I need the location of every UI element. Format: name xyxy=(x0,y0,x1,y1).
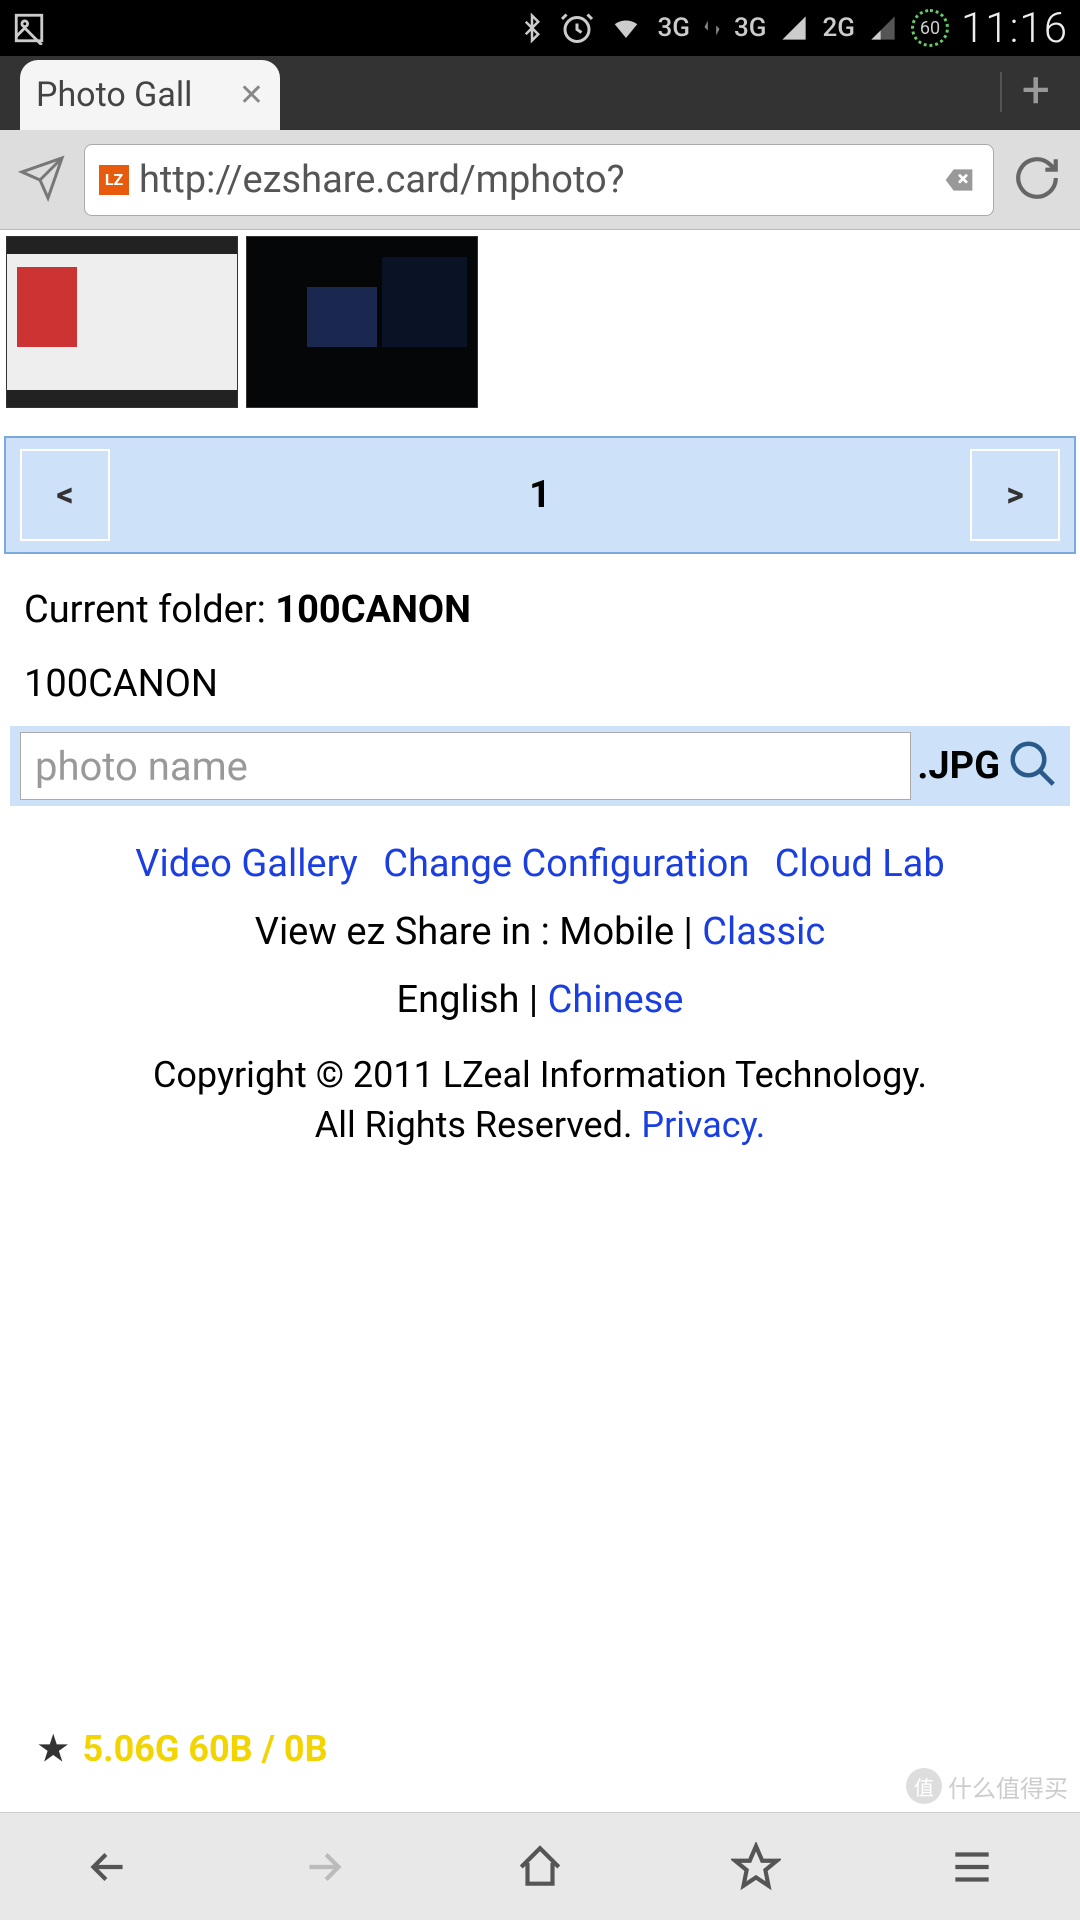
home-button[interactable] xyxy=(510,1837,570,1897)
alarm-icon xyxy=(559,10,595,46)
tab-separator xyxy=(1000,72,1002,112)
folder-label: Current folder: xyxy=(24,588,275,632)
tab-title: Photo Gall xyxy=(36,75,231,115)
watermark: 值 什么值得买 xyxy=(906,1768,1068,1804)
copyright: Copyright © 2011 LZeal Information Techn… xyxy=(0,1032,1080,1169)
watermark-icon: 值 xyxy=(906,1768,942,1804)
search-icon[interactable] xyxy=(1006,737,1060,795)
video-gallery-link[interactable]: Video Gallery xyxy=(135,842,358,886)
forward-button[interactable] xyxy=(294,1837,354,1897)
watermark-text: 什么值得买 xyxy=(948,1769,1068,1804)
page-number: 1 xyxy=(110,473,970,517)
signal-1-icon xyxy=(778,14,810,42)
privacy-link[interactable]: Privacy. xyxy=(641,1104,765,1146)
picture-icon xyxy=(12,11,46,45)
folder-name: 100CANON xyxy=(275,588,471,632)
browser-tabs: Photo Gall ✕ + xyxy=(0,56,1080,130)
change-config-link[interactable]: Change Configuration xyxy=(383,842,749,886)
thumbnail-row xyxy=(0,230,1080,414)
back-button[interactable] xyxy=(78,1837,138,1897)
signal-2-icon xyxy=(867,14,899,42)
file-extension-label: .JPG xyxy=(917,744,1000,788)
data-usage-stat: ★ 5.06G 60B / 0B xyxy=(38,1728,328,1770)
clock: 11:16 xyxy=(961,4,1068,53)
photo-thumbnail[interactable] xyxy=(246,236,478,408)
view-mode-row: View ez Share in : Mobile | Classic xyxy=(0,896,1080,968)
star-icon: ★ xyxy=(38,1729,68,1769)
next-page-button[interactable]: > xyxy=(970,449,1060,541)
bookmark-button[interactable] xyxy=(726,1837,786,1897)
close-icon[interactable]: ✕ xyxy=(239,78,264,113)
battery-indicator: 60 xyxy=(911,9,949,47)
view-prefix: View ez Share in : Mobile | xyxy=(255,910,702,954)
clear-url-icon[interactable] xyxy=(939,164,979,196)
photo-name-input[interactable]: photo name xyxy=(20,732,911,800)
network-3-label: 2G xyxy=(822,13,855,43)
menu-button[interactable] xyxy=(942,1837,1002,1897)
lang-english: English xyxy=(397,978,520,1022)
url-text: http://ezshare.card/mphoto? xyxy=(139,158,929,202)
url-bar: LZ http://ezshare.card/mphoto? xyxy=(0,130,1080,230)
language-row: English | Chinese xyxy=(0,968,1080,1032)
bluetooth-icon xyxy=(517,10,547,46)
search-row: photo name .JPG xyxy=(10,726,1070,806)
cloud-lab-link[interactable]: Cloud Lab xyxy=(775,842,945,886)
browser-bottom-nav xyxy=(0,1812,1080,1920)
favicon-icon: LZ xyxy=(99,165,129,195)
prev-page-button[interactable]: < xyxy=(20,449,110,541)
data-usage-text: 5.06G 60B / 0B xyxy=(82,1728,327,1770)
url-input[interactable]: LZ http://ezshare.card/mphoto? xyxy=(84,144,994,216)
network-2-label: 3G xyxy=(734,13,767,43)
tab-photo-gallery[interactable]: Photo Gall ✕ xyxy=(20,60,280,130)
photo-thumbnail[interactable] xyxy=(6,236,238,408)
wifi-icon xyxy=(607,13,645,43)
data-sync-icon xyxy=(702,14,722,42)
reload-icon[interactable] xyxy=(1012,153,1062,207)
nav-links: Video Gallery Change Configuration Cloud… xyxy=(0,806,1080,896)
send-icon[interactable] xyxy=(18,154,66,206)
folder-link[interactable]: 100CANON xyxy=(0,644,1080,726)
network-1-label: 3G xyxy=(657,13,690,43)
lang-chinese-link[interactable]: Chinese xyxy=(548,978,684,1022)
classic-view-link[interactable]: Classic xyxy=(702,910,825,954)
page-content: < 1 > Current folder: 100CANON 100CANON … xyxy=(0,230,1080,1169)
pagination: < 1 > xyxy=(4,436,1076,554)
current-folder-line: Current folder: 100CANON xyxy=(0,576,1080,644)
new-tab-button[interactable]: + xyxy=(1022,62,1050,120)
status-bar: 3G 3G 2G 60 11:16 xyxy=(0,0,1080,56)
